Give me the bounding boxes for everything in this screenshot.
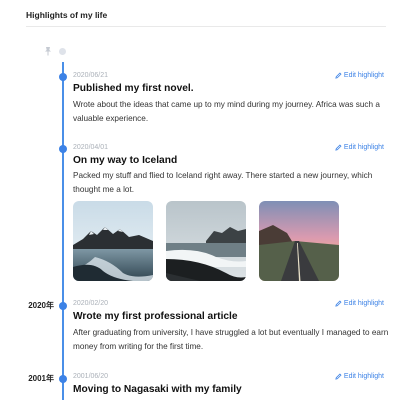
sunset-road-photo[interactable] — [259, 201, 339, 281]
timeline-dot — [59, 302, 67, 310]
year-label: 2001年 — [28, 374, 54, 383]
black-sand-beach-photo[interactable] — [166, 201, 246, 281]
year-label: 2020年 — [28, 301, 54, 310]
pin-icon — [45, 47, 51, 56]
timeline-start-dot — [59, 48, 66, 55]
entry-title: Published my first novel. — [73, 83, 194, 94]
pencil-icon — [335, 72, 342, 79]
pencil-icon — [335, 144, 342, 151]
entry-date: 2020/02/20 — [73, 300, 109, 307]
edit-highlight-button[interactable]: Edit highlight — [335, 71, 384, 80]
entry-description: After graduating from university, I have… — [73, 328, 389, 351]
entry-date: 2001/06/20 — [73, 373, 109, 380]
edit-highlight-button[interactable]: Edit highlight — [335, 143, 384, 152]
entry-description: Packed my stuff and flied to Iceland rig… — [73, 171, 373, 194]
entry-date: 2020/06/21 — [73, 72, 109, 79]
edit-highlight-label: Edit highlight — [343, 300, 384, 307]
entry-title: Moving to Nagasaki with my family — [73, 384, 242, 395]
timeline-dot — [59, 375, 67, 383]
timeline-line — [62, 62, 64, 400]
edit-highlight-label: Edit highlight — [343, 144, 384, 151]
edit-highlight-button[interactable]: Edit highlight — [335, 372, 384, 381]
edit-highlight-label: Edit highlight — [343, 72, 384, 79]
entry-title: Wrote my first professional article — [73, 311, 238, 322]
entry-description: Wrote about the ideas that came up to my… — [73, 100, 380, 123]
edit-highlight-label: Edit highlight — [343, 373, 384, 380]
mountain-lake-photo[interactable] — [73, 201, 153, 281]
page-header: Highlights of my life — [26, 9, 386, 27]
entry-title: On my way to Iceland — [73, 155, 178, 166]
pencil-icon — [335, 373, 342, 380]
page-title: Highlights of my life — [26, 10, 108, 20]
edit-highlight-button[interactable]: Edit highlight — [335, 299, 384, 308]
timeline-dot — [59, 145, 67, 153]
pencil-icon — [335, 300, 342, 307]
entry-date: 2020/04/01 — [73, 144, 109, 151]
timeline-dot — [59, 73, 67, 81]
